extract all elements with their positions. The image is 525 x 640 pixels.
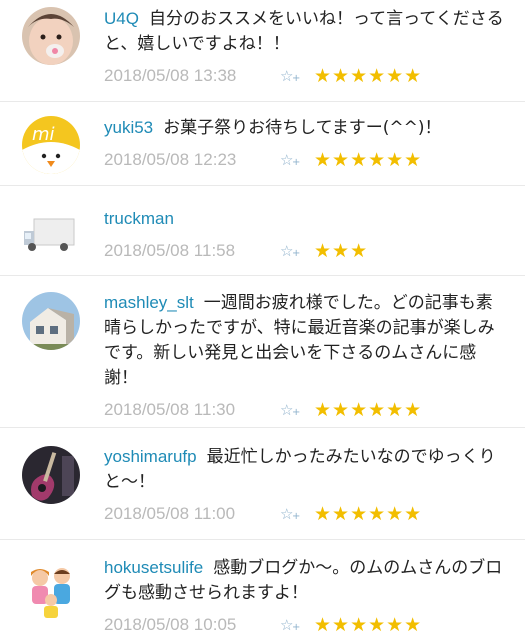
username-link[interactable]: hokusetsulife [104, 558, 203, 577]
star-rating: ★★★★★★ [314, 503, 423, 525]
username-link[interactable]: truckman [104, 209, 174, 228]
svg-text:mi: mi [32, 124, 55, 145]
comment-meta: 2018/05/08 11:00 ☆ + ★★★★★★ [104, 502, 504, 526]
username-link[interactable]: yoshimarufp [104, 447, 197, 466]
comment-date: 2018/05/08 12:23 [104, 150, 237, 169]
star-plus-icon[interactable]: ☆ + [280, 151, 314, 169]
comment-text: yoshimarufp 最近忙しかったみたいなのでゆっくりと～！ [104, 444, 504, 495]
comment-date: 2018/05/08 13:38 [104, 66, 237, 85]
comment-message: お菓子祭りお待ちしてますー(^^)！ [163, 118, 442, 138]
comment-item: mi yuki53 お菓子祭りお待ちしてますー(^^)！ 2018/05/08 1… [0, 102, 525, 186]
comment-item: hokusetsulife 感動ブログか～。のムのムさんのブログも感動させられます… [0, 540, 525, 640]
comment-item: U4Q 自分のおススメをいいね！って言ってくださると、嬉しいですよね！！ 2018… [0, 0, 525, 102]
comment-meta: 2018/05/08 12:23 ☆ + ★★★★★★ [104, 148, 504, 172]
comment-item: truckman 2018/05/08 11:58 ☆ + ★★★ [0, 186, 525, 276]
comment-item: yoshimarufp 最近忙しかったみたいなのでゆっくりと～！ 2018/05/… [0, 428, 525, 540]
comment-text: yuki53 お菓子祭りお待ちしてますー(^^)！ [104, 115, 504, 141]
star-plus-icon[interactable]: ☆ + [280, 505, 314, 523]
username-link[interactable]: yuki53 [104, 118, 153, 137]
star-rating: ★★★★★★ [314, 65, 423, 87]
star-plus-icon[interactable]: ☆ + [280, 67, 314, 85]
star-rating: ★★★★★★ [314, 149, 423, 171]
comment-text: truckman [104, 206, 504, 232]
star-rating: ★★★★★★ [314, 614, 423, 636]
username-link[interactable]: U4Q [104, 9, 139, 28]
guitar-avatar[interactable] [22, 446, 80, 504]
truck-avatar[interactable] [22, 203, 80, 261]
comment-text: mashley_slt 一週間お疲れ様でした。どの記事も素晴らしかったですが、特に… [104, 290, 504, 391]
baby-avatar[interactable] [22, 7, 80, 65]
comment-date: 2018/05/08 11:58 [104, 241, 236, 260]
house-avatar[interactable] [22, 292, 80, 350]
comment-date: 2018/05/08 10:05 [104, 615, 237, 634]
comment-meta: 2018/05/08 11:30 ☆ + ★★★★★★ [104, 398, 504, 422]
star-plus-icon[interactable]: ☆ + [280, 401, 314, 419]
star-plus-icon[interactable]: ☆ + [280, 242, 314, 260]
star-rating: ★★★★★★ [314, 399, 423, 421]
comment-text: U4Q 自分のおススメをいいね！って言ってくださると、嬉しいですよね！！ [104, 6, 504, 57]
comment-item: mashley_slt 一週間お疲れ様でした。どの記事も素晴らしかったですが、特に… [0, 276, 525, 428]
family-avatar[interactable] [22, 562, 80, 620]
chick-avatar[interactable]: mi [22, 116, 80, 174]
star-rating: ★★★ [314, 240, 369, 262]
comment-meta: 2018/05/08 10:05 ☆ + ★★★★★★ [104, 613, 504, 637]
comment-text: hokusetsulife 感動ブログか～。のムのムさんのブログも感動させられます… [104, 555, 504, 606]
username-link[interactable]: mashley_slt [104, 293, 194, 312]
comment-meta: 2018/05/08 11:58 ☆ + ★★★ [104, 239, 504, 263]
comment-date: 2018/05/08 11:30 [104, 400, 236, 419]
comment-message: 自分のおススメをいいね！って言ってくださると、嬉しいですよね！！ [104, 9, 504, 54]
comment-date: 2018/05/08 11:00 [104, 504, 236, 523]
star-plus-icon[interactable]: ☆ + [280, 616, 314, 634]
comment-meta: 2018/05/08 13:38 ☆ + ★★★★★★ [104, 64, 504, 88]
